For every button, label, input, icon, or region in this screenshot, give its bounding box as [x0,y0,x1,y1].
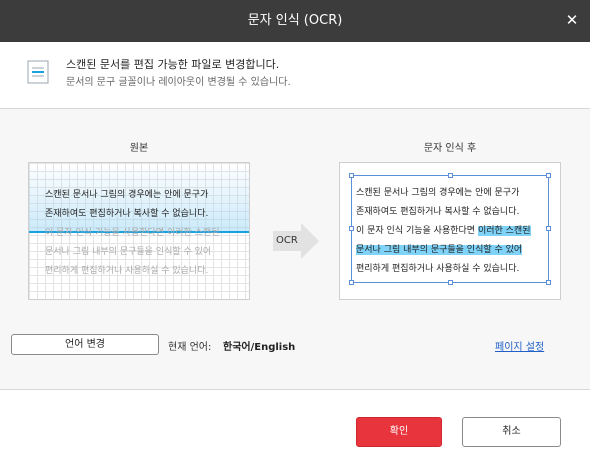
info-title: 스캔된 문서를 편집 가능한 파일로 변경합니다. [66,58,280,71]
ok-button[interactable]: 확인 [356,417,442,447]
recognized-highlight: 이러한 스캔된 [477,226,531,236]
preview-area: 원본 문자 인식 후 스캔된 문서나 그림의 경우에는 안에 문구가 존재하여도… [0,109,590,389]
change-language-button[interactable]: 언어 변경 [11,334,159,355]
dialog-title: 문자 인식 (OCR) [247,13,343,28]
recognized-line: 이 문자 인식 기능을 사용한다면 이러한 스캔된 [356,225,531,237]
original-line: 이 문자 인식 기능을 사용한다면 이러한 스캔된 [45,228,220,238]
current-language-label: 현재 언어: [168,342,212,353]
info-header: 스캔된 문서를 편집 가능한 파일로 변경합니다. 문서의 문구 글꼴이나 레이… [0,42,590,108]
after-ocr-preview-panel: 스캔된 문서나 그림의 경우에는 안에 문구가 존재하여도 편집하거나 복사할 … [339,162,561,300]
resize-handle[interactable] [349,226,354,231]
original-line: 문서나 그림 내부의 문구들을 인식할 수 있어 [45,247,212,257]
dialog-footer: 확인 취소 [0,390,590,475]
ocr-arrow-label: OCR [276,235,298,246]
resize-handle[interactable] [448,280,453,285]
close-icon[interactable]: ✕ [562,10,582,30]
resize-handle[interactable] [546,226,551,231]
cancel-button[interactable]: 취소 [462,417,561,447]
recognized-line: 문서나 그림 내부의 문구들을 인식할 수 있어 [356,244,523,256]
recognized-line: 스캔된 문서나 그림의 경우에는 안에 문구가 [356,188,520,198]
title-bar: 문자 인식 (OCR) ✕ [0,0,590,42]
resize-handle[interactable] [546,280,551,285]
page-settings-link[interactable]: 페이지 설정 [495,338,544,353]
info-subtitle: 문서의 문구 글꼴이나 레이아웃이 변경될 수 있습니다. [66,77,291,88]
recognized-text: 이 문자 인식 기능을 사용한다면 [356,226,478,236]
document-icon [27,60,49,84]
resize-handle[interactable] [546,173,551,178]
recognized-line: 존재하여도 편집하거나 복사할 수 없습니다. [356,207,520,217]
resize-handle[interactable] [448,173,453,178]
recognized-line: 편리하게 편집하거나 사용하실 수 있습니다. [356,264,520,274]
original-line: 존재하여도 편집하거나 복사할 수 없습니다. [45,209,209,219]
after-ocr-label: 문자 인식 후 [423,143,477,154]
recognized-highlight: 문서나 그림 내부의 문구들을 인식할 수 있어 [356,245,523,255]
original-label: 원본 [129,143,149,154]
original-preview-panel: 스캔된 문서나 그림의 경우에는 안에 문구가 존재하여도 편집하거나 복사할 … [28,162,250,300]
current-language-value: 한국어/English [223,342,296,353]
resize-handle[interactable] [349,280,354,285]
original-line: 스캔된 문서나 그림의 경우에는 안에 문구가 [45,190,209,200]
original-line: 편리하게 편집하거나 사용하실 수 있습니다. [45,266,209,276]
resize-handle[interactable] [349,173,354,178]
